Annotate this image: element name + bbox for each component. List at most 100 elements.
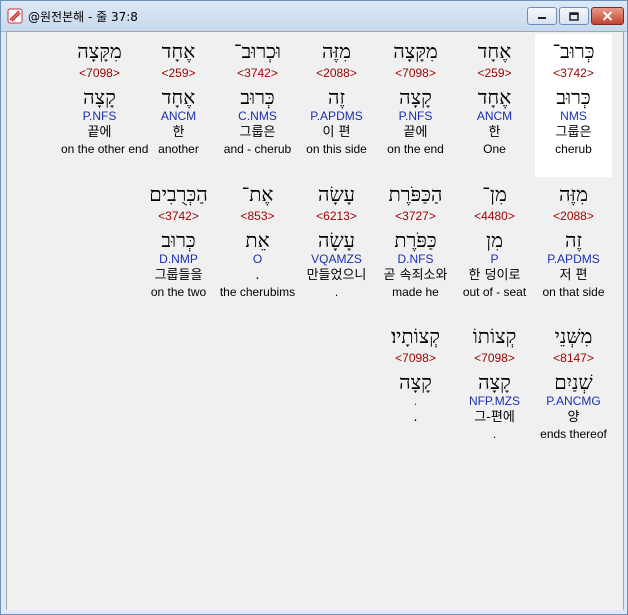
word-cell[interactable]: מִקָּצָה <7098> קָצָה P.NFS 끝에 on the end: [377, 34, 454, 158]
korean-gloss: 양: [567, 410, 580, 425]
strong-number: <4480>: [474, 209, 515, 223]
hebrew-word: הַכְּרֻבִים: [149, 182, 208, 206]
hebrew-lemma: כְּרוּב: [556, 85, 591, 109]
hebrew-word: מִקָּצָה: [393, 39, 438, 63]
parsing-code: O: [252, 252, 263, 266]
strong-number: <7098>: [395, 66, 436, 80]
korean-gloss: 그-편에: [474, 410, 515, 425]
word-cell[interactable]: אֶת־ <853> אֵת O. the cherubims: [219, 177, 296, 301]
parsing-code: P: [490, 252, 499, 266]
english-gloss: One: [483, 142, 506, 156]
parsing-code: P.APDMS: [310, 109, 363, 123]
parsing-code: D.NMP: [159, 252, 198, 266]
strong-number: <853>: [240, 209, 275, 223]
word-cell[interactable]: עָשָׂה <6213> עָשָׂה VQAMZS 만들었으니.: [298, 177, 375, 301]
word-cell[interactable]: אֶחָד <259> אֶחָד ANCM 한 another: [140, 34, 217, 158]
word-cell[interactable]: וּכְרוּב־ <3742> כְּרוּב C.NMS 그룹은 and - cher…: [219, 34, 296, 158]
close-icon: [602, 11, 613, 21]
app-window: @원전본해 - 줄 37:8 כְּרוּב־ <3742> כְּרוּב NMS 그…: [0, 0, 628, 615]
hebrew-word: הַכַּפֹּרֶת: [388, 182, 443, 206]
english-gloss: .: [492, 427, 497, 441]
close-button[interactable]: [591, 7, 624, 25]
minimize-button[interactable]: [527, 7, 557, 25]
word-cell[interactable]: מִן־ <4480> מִן P 한 덩이로 out of - seat: [456, 177, 533, 301]
korean-gloss: 그룹은: [239, 125, 276, 140]
word-cell[interactable]: הַכַּפֹּרֶת <3727> כַּפֹּרֶת D.NFS 곧 속죄소와 mad…: [377, 177, 454, 301]
word-cell[interactable]: מִזֶּה <2088> זֶה P.APDMS 이 편 on this side: [298, 34, 375, 158]
korean-gloss: 이 편: [322, 125, 351, 140]
word-cell[interactable]: מִזֶּה <2088> זֶה P.APDMS 저 편 on that side: [535, 177, 612, 301]
window-bottom-border: [1, 610, 627, 614]
hebrew-lemma: קָצָה: [83, 85, 116, 109]
korean-gloss: 한: [172, 125, 185, 140]
hebrew-word: מִזֶּה: [559, 182, 588, 206]
strong-number: <8147>: [553, 351, 594, 365]
word-cell[interactable]: הַכְּרֻבִים <3742> כְּרוּב D.NMP 그룹들을 on the …: [140, 177, 217, 301]
hebrew-word: אֶחָד: [161, 39, 196, 63]
parsing-code: NFP.MZS: [468, 394, 521, 408]
english-gloss: on the end: [387, 142, 444, 156]
maximize-icon: [569, 11, 579, 21]
hebrew-lemma: אֶחָד: [477, 85, 512, 109]
hebrew-word: מִזֶּה: [322, 39, 351, 63]
korean-gloss: 만들었으니: [306, 268, 367, 283]
strong-number: <2088>: [553, 209, 594, 223]
english-gloss: out of - seat: [462, 285, 527, 299]
english-gloss: another: [158, 142, 199, 156]
hebrew-lemma: קָצָה: [478, 370, 511, 394]
english-gloss: ends thereof: [540, 427, 607, 441]
english-gloss: on the two: [150, 285, 207, 299]
korean-gloss: 끝에: [403, 125, 428, 140]
minimize-icon: [538, 17, 546, 19]
korean-gloss: 한 덩이로: [468, 268, 521, 283]
english-gloss: on the other end: [61, 142, 149, 156]
english-gloss: and - cherub: [223, 142, 292, 156]
hebrew-word: מִן־: [482, 182, 507, 206]
word-cell[interactable]: קְצוֹתוֹ <7098> קָצָה NFP.MZS 그-편에.: [456, 319, 533, 443]
parsing-code: NMS: [560, 109, 587, 123]
hebrew-lemma: מִן: [486, 228, 503, 252]
hebrew-lemma: אֵת: [245, 228, 270, 252]
strong-number: <3727>: [395, 209, 436, 223]
hebrew-word: קְצוֹתוֹ: [472, 324, 517, 348]
english-gloss: cherub: [555, 142, 592, 156]
word-cell[interactable]: מִקָּצָה <7098> קָצָה P.NFS 끝에 on the other e…: [61, 34, 149, 158]
word-cell[interactable]: קְצוֹתָיו׃ <7098> קָצָה..: [377, 319, 454, 426]
maximize-button[interactable]: [559, 7, 589, 25]
korean-gloss: 한: [488, 125, 501, 140]
hebrew-word: עָשָׂה: [318, 182, 355, 206]
strong-number: <259>: [477, 66, 512, 80]
strong-number: <6213>: [316, 209, 357, 223]
korean-gloss: 곧 속죄소와: [383, 268, 448, 283]
korean-gloss: .: [413, 410, 418, 425]
parsing-code: P.NFS: [398, 109, 433, 123]
korean-gloss: 그룹들을: [154, 268, 203, 283]
english-gloss: on that side: [542, 285, 605, 299]
parsing-code: .: [413, 394, 418, 408]
hebrew-lemma: אֶחָד: [161, 85, 196, 109]
word-cell[interactable]: מִשְּׁנֵי <8147> שְׁנַיִם P.ANCMG 양 ends ther…: [535, 319, 612, 443]
strong-number: <7098>: [474, 351, 515, 365]
strong-number: <3742>: [158, 209, 199, 223]
word-cell[interactable]: אֶחָד <259> אֶחָד ANCM 한 One: [456, 34, 533, 158]
window-title: @원전본해 - 줄 37:8: [28, 10, 138, 24]
english-gloss: on this side: [306, 142, 367, 156]
parsing-code: P.ANCMG: [546, 394, 601, 408]
parsing-code: D.NFS: [397, 252, 434, 266]
hebrew-word: וּכְרוּב־: [233, 39, 282, 63]
parsing-code: ANCM: [476, 109, 513, 123]
korean-gloss: 끝에: [87, 125, 112, 140]
title-bar[interactable]: @원전본해 - 줄 37:8: [1, 1, 627, 32]
hebrew-lemma: קָצָה: [399, 85, 432, 109]
hebrew-word: אֶחָד: [477, 39, 512, 63]
strong-number: <3742>: [237, 66, 278, 80]
parsing-code: ANCM: [160, 109, 197, 123]
parsing-code: VQAMZS: [311, 252, 362, 266]
korean-gloss: 저 편: [559, 268, 588, 283]
hebrew-word: מִשְּׁנֵי: [554, 324, 593, 348]
parsing-code: P.APDMS: [547, 252, 600, 266]
strong-number: <7098>: [79, 66, 120, 80]
hebrew-word: קְצוֹתָיו׃: [391, 324, 440, 348]
word-cell[interactable]: כְּרוּב־ <3742> כְּרוּב NMS 그룹은 cherub: [535, 34, 612, 177]
hebrew-word: מִקָּצָה: [77, 39, 122, 63]
